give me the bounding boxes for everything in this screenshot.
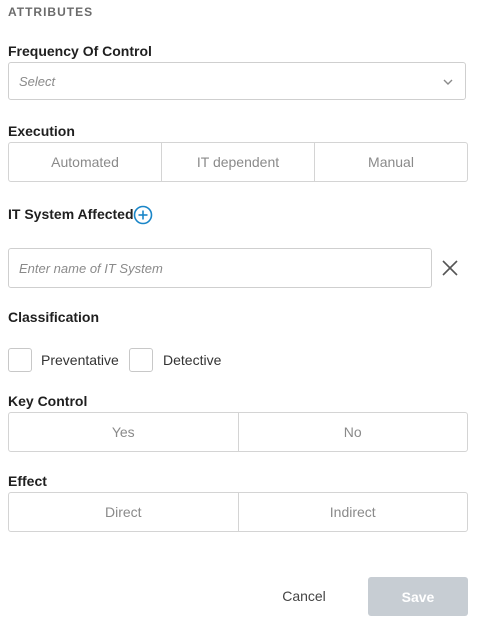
key-control-label: Key Control: [8, 393, 88, 409]
frequency-select[interactable]: Select: [8, 62, 466, 100]
it-system-input[interactable]: [8, 248, 432, 288]
effect-segmented-control: Direct Indirect: [8, 492, 468, 532]
execution-segmented-control: Automated IT dependent Manual: [8, 142, 468, 182]
execution-option-automated[interactable]: Automated: [9, 143, 161, 181]
effect-option-direct[interactable]: Direct: [9, 493, 238, 531]
detective-checkbox[interactable]: [129, 348, 153, 372]
execution-option-it-dependent[interactable]: IT dependent: [161, 143, 314, 181]
effect-label: Effect: [8, 473, 47, 489]
save-button[interactable]: Save: [368, 577, 468, 616]
preventative-checkbox[interactable]: [8, 348, 32, 372]
detective-checkbox-label: Detective: [163, 352, 222, 368]
chevron-down-icon: [443, 79, 453, 85]
frequency-select-placeholder: Select: [19, 74, 56, 89]
cancel-button[interactable]: Cancel: [272, 577, 336, 615]
effect-option-indirect[interactable]: Indirect: [237, 493, 468, 531]
preventative-checkbox-label: Preventative: [41, 352, 119, 368]
frequency-label: Frequency Of Control: [8, 43, 152, 59]
it-system-label: IT System Affected: [8, 206, 134, 222]
key-control-segmented-control: Yes No: [8, 412, 468, 452]
key-control-option-yes[interactable]: Yes: [9, 413, 238, 451]
plus-circle-icon[interactable]: [133, 205, 153, 225]
classification-label: Classification: [8, 309, 100, 325]
key-control-option-no[interactable]: No: [237, 413, 468, 451]
execution-option-manual[interactable]: Manual: [314, 143, 467, 181]
section-title: ATTRIBUTES: [8, 5, 94, 19]
execution-label: Execution: [8, 123, 75, 139]
close-icon[interactable]: [440, 258, 460, 278]
